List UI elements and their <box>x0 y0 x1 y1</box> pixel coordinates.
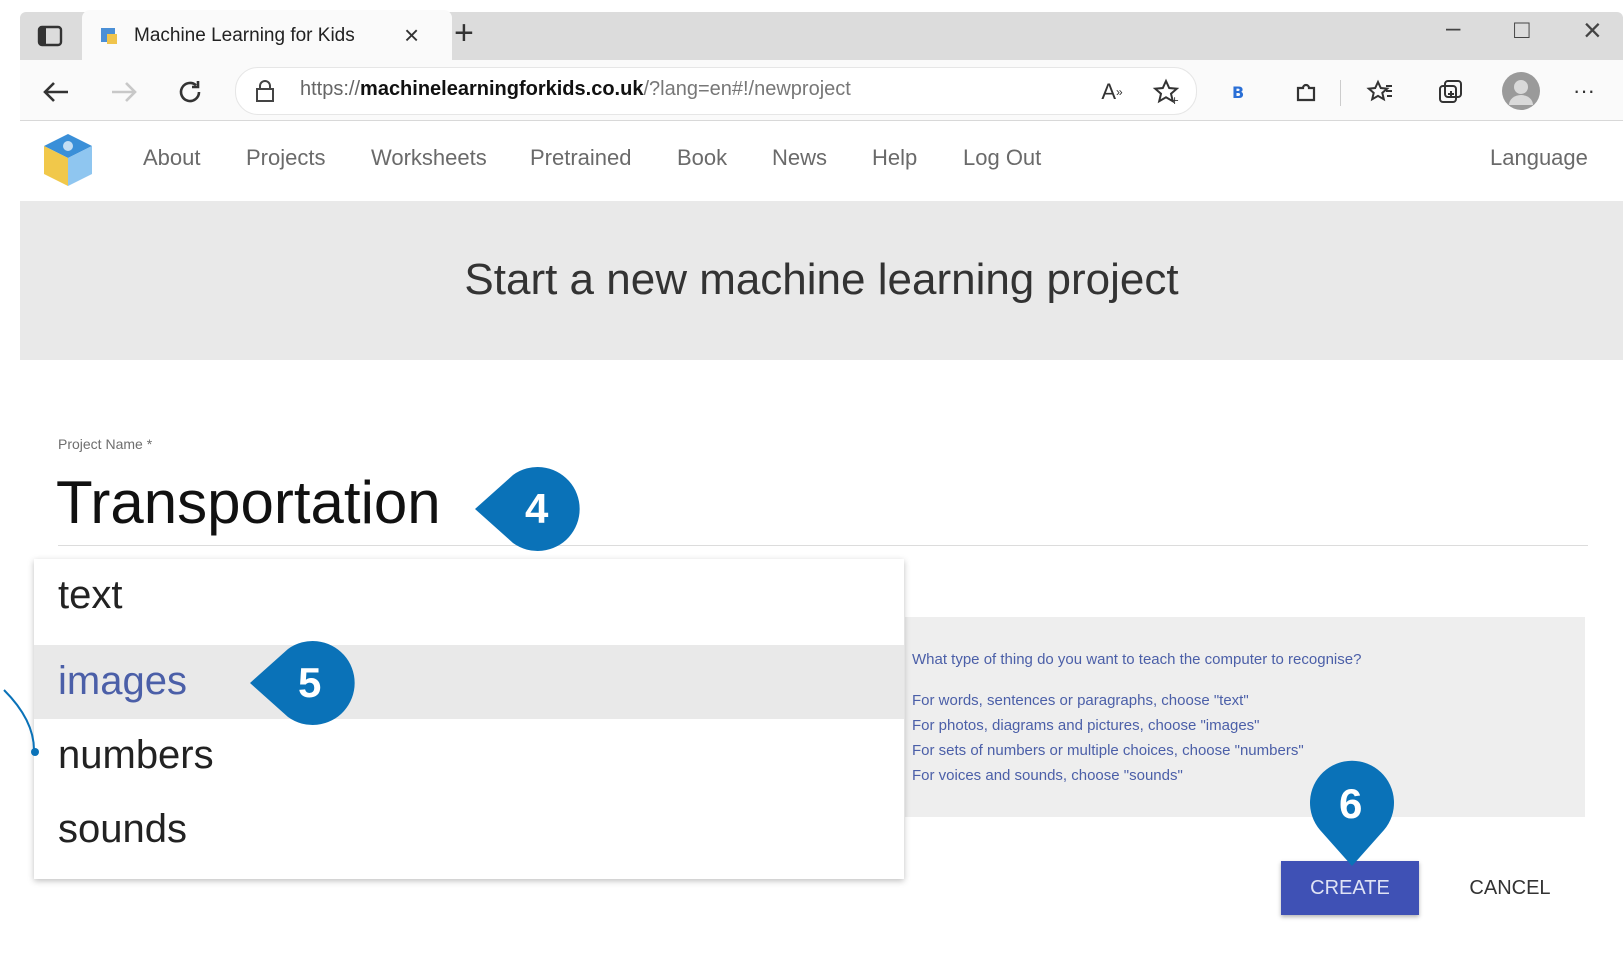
site-logo[interactable] <box>40 130 96 190</box>
step-5-number: 5 <box>298 659 322 706</box>
nav-log-out[interactable]: Log Out <box>963 145 1041 171</box>
favorites-icon[interactable] <box>1362 74 1398 110</box>
create-button[interactable]: CREATE <box>1281 861 1419 915</box>
cancel-button[interactable]: CANCEL <box>1450 861 1570 915</box>
option-sounds[interactable]: sounds <box>34 793 904 867</box>
forward-icon[interactable] <box>104 72 144 112</box>
option-images[interactable]: images <box>34 645 904 719</box>
option-numbers-label: numbers <box>58 733 214 777</box>
new-tab-button[interactable]: + <box>454 14 474 53</box>
project-name-input[interactable]: Transportation <box>56 468 441 537</box>
help-question: What type of thing do you want to teach … <box>912 651 1362 668</box>
nav-about[interactable]: About <box>143 145 201 171</box>
option-text[interactable]: text <box>34 559 904 633</box>
svg-text:B: B <box>1232 83 1244 102</box>
more-menu-button[interactable]: ··· <box>1573 78 1595 104</box>
back-icon[interactable] <box>36 72 76 112</box>
site-favicon-icon <box>98 24 120 46</box>
option-numbers[interactable]: numbers <box>34 719 904 793</box>
profile-avatar[interactable] <box>1502 72 1540 110</box>
nav-help[interactable]: Help <box>872 145 917 171</box>
refresh-icon[interactable] <box>170 72 210 112</box>
step-4-number: 4 <box>525 485 549 532</box>
url-text[interactable]: https://machinelearningforkids.co.uk/?la… <box>300 78 851 101</box>
step-4-callout: 4 <box>475 463 587 555</box>
option-images-label: images <box>58 659 187 703</box>
nav-pretrained[interactable]: Pretrained <box>530 145 632 171</box>
favorite-star-icon[interactable]: + <box>1148 74 1184 110</box>
step-5-callout: 5 <box>250 637 362 729</box>
collections-icon[interactable] <box>1432 74 1468 110</box>
project-type-dropdown[interactable]: text images numbers sounds <box>34 559 904 879</box>
read-aloud-icon[interactable]: A» <box>1094 74 1130 110</box>
help-line-text: For words, sentences or paragraphs, choo… <box>912 692 1249 709</box>
tab-close-icon[interactable]: × <box>404 20 419 51</box>
nav-language[interactable]: Language <box>1490 145 1588 171</box>
maximize-button[interactable]: □ <box>1514 14 1530 45</box>
close-window-button[interactable]: × <box>1583 12 1602 49</box>
url-domain: machinelearningforkids.co.uk <box>360 78 644 100</box>
tab-actions-icon[interactable] <box>30 20 70 52</box>
option-text-label: text <box>58 573 123 617</box>
browser-tab[interactable]: Machine Learning for Kids × <box>82 10 452 60</box>
extension-puzzle-icon[interactable] <box>1288 74 1324 110</box>
project-name-underline <box>58 545 1588 546</box>
url-prefix: https:// <box>300 78 361 100</box>
nav-worksheets[interactable]: Worksheets <box>371 145 487 171</box>
tab-title: Machine Learning for Kids <box>134 25 355 46</box>
project-name-label: Project Name * <box>58 436 153 452</box>
step-6-callout: 6 <box>1306 760 1398 868</box>
nav-news[interactable]: News <box>772 145 827 171</box>
extension-b-icon[interactable]: B <box>1220 74 1256 110</box>
minimize-button[interactable]: – <box>1446 12 1460 43</box>
step-6-number: 6 <box>1339 780 1363 827</box>
nav-book[interactable]: Book <box>677 145 727 171</box>
connector-line <box>3 689 39 756</box>
help-line-numbers: For sets of numbers or multiple choices,… <box>912 742 1304 759</box>
svg-text:+: + <box>1170 94 1179 106</box>
nav-projects[interactable]: Projects <box>246 145 325 171</box>
page-title: Start a new machine learning project <box>464 255 1179 304</box>
help-line-images: For photos, diagrams and pictures, choos… <box>912 717 1260 734</box>
lock-icon[interactable] <box>252 78 278 104</box>
url-path: /?lang=en#!/newproject <box>643 78 851 100</box>
toolbar-divider <box>1340 80 1341 106</box>
help-line-sounds: For voices and sounds, choose "sounds" <box>912 767 1183 784</box>
option-sounds-label: sounds <box>58 807 187 851</box>
